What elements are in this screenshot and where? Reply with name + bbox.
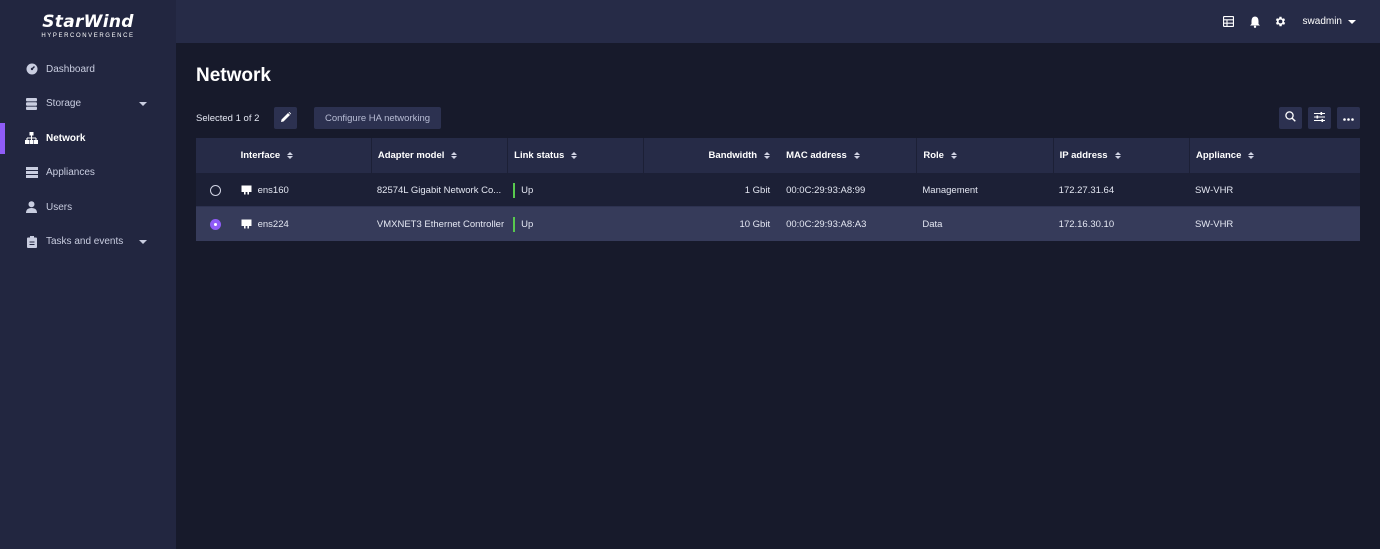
table-row[interactable]: ens160 82574L Gigabit Network Co... Up 1… xyxy=(196,173,1360,207)
sort-icon xyxy=(950,152,957,159)
column-header-mac-address[interactable]: MAC address xyxy=(780,138,916,173)
adapter-model-cell: VMXNET3 Ethernet Controller xyxy=(376,218,505,230)
mac-address-cell: 00:0C:29:93:A8:99 xyxy=(786,184,866,196)
role-cell: Management xyxy=(922,184,978,196)
sort-icon xyxy=(764,152,771,159)
row-select-cell xyxy=(196,207,235,241)
sliders-icon xyxy=(1314,111,1325,125)
role-cell: Data xyxy=(922,218,943,230)
sidebar-item-dashboard[interactable]: Dashboard xyxy=(0,52,176,87)
pencil-icon xyxy=(280,111,291,125)
sort-icon xyxy=(287,152,294,159)
table-icon[interactable] xyxy=(1221,14,1237,30)
storage-icon xyxy=(25,97,38,110)
more-icon xyxy=(1343,113,1354,124)
column-header-appliance[interactable]: Appliance xyxy=(1188,138,1360,173)
column-header-adapter-model[interactable]: Adapter model xyxy=(370,138,507,173)
sidebar-item-tasks-and-events[interactable]: Tasks and events xyxy=(0,225,176,260)
top-bar: swadmin xyxy=(176,0,1380,43)
user-icon xyxy=(25,201,38,214)
bandwidth-cell: 10 Gbit xyxy=(739,218,771,230)
sidebar-item-label: Dashboard xyxy=(46,63,95,75)
sidebar: StarWind HYPERCONVERGENCE Dashboard Stor… xyxy=(0,0,176,549)
sort-icon xyxy=(1114,152,1121,159)
edit-button[interactable] xyxy=(274,107,297,129)
network-icon xyxy=(25,132,38,145)
adapter-model-cell: 82574L Gigabit Network Co... xyxy=(376,184,502,196)
row-select-cell xyxy=(196,173,235,207)
toolbar: Selected 1 of 2 Configure HA networking xyxy=(196,107,1360,129)
appliance-cell: SW-VHR xyxy=(1194,184,1234,196)
starwind-logo[interactable]: StarWind HYPERCONVERGENCE xyxy=(0,0,176,48)
column-header-interface[interactable]: Interface xyxy=(235,138,371,173)
chevron-down-icon xyxy=(1348,19,1356,24)
main-content: Network Selected 1 of 2 Configure HA net… xyxy=(176,43,1380,549)
sort-icon xyxy=(451,152,458,159)
column-header-bandwidth[interactable]: Bandwidth xyxy=(643,138,780,173)
sort-icon xyxy=(571,152,578,159)
column-header-ip-address[interactable]: IP address xyxy=(1052,138,1189,173)
column-header-role[interactable]: Role xyxy=(916,138,1052,173)
top-bar-actions: swadmin xyxy=(1211,0,1356,43)
row-radio[interactable] xyxy=(209,184,221,196)
ip-address-cell: 172.27.31.64 xyxy=(1058,184,1115,196)
link-status-cell: Up xyxy=(507,207,643,241)
interface-cell: ens224 xyxy=(235,207,371,241)
logo-tagline: HYPERCONVERGENCE xyxy=(41,33,135,39)
sidebar-nav: Dashboard Storage Network Appliances Use… xyxy=(0,52,176,259)
user-menu[interactable]: swadmin xyxy=(1303,16,1356,27)
bandwidth-cell: 1 Gbit xyxy=(744,184,771,196)
sidebar-item-label: Network xyxy=(46,132,86,144)
table-header: Interface Adapter model Link status Band… xyxy=(196,138,1360,173)
status-indicator xyxy=(513,182,516,198)
selection-count: Selected 1 of 2 xyxy=(196,113,260,124)
sidebar-item-label: Appliances xyxy=(46,167,95,179)
select-column-header xyxy=(196,138,235,173)
search-icon xyxy=(1285,111,1296,125)
link-status-cell: Up xyxy=(507,173,643,207)
sidebar-item-label: Users xyxy=(46,201,73,213)
dashboard-icon xyxy=(25,63,38,76)
sidebar-item-label: Storage xyxy=(46,98,82,110)
mac-address-cell: 00:0C:29:93:A8:A3 xyxy=(786,218,867,230)
sidebar-item-network[interactable]: Network xyxy=(0,121,176,156)
appliances-icon xyxy=(25,166,38,179)
sidebar-item-appliances[interactable]: Appliances xyxy=(0,156,176,191)
sort-icon xyxy=(1248,152,1255,159)
gear-icon[interactable] xyxy=(1273,14,1289,30)
appliance-cell: SW-VHR xyxy=(1194,218,1234,230)
sidebar-item-users[interactable]: Users xyxy=(0,190,176,225)
sidebar-item-storage[interactable]: Storage xyxy=(0,87,176,122)
tasks-icon xyxy=(25,235,38,248)
column-header-link-status[interactable]: Link status xyxy=(507,138,643,173)
interface-icon xyxy=(241,219,252,229)
interface-cell: ens160 xyxy=(235,173,371,207)
configure-ha-networking-button[interactable]: Configure HA networking xyxy=(314,107,441,129)
network-table: Interface Adapter model Link status Band… xyxy=(196,138,1360,241)
chevron-down-icon xyxy=(139,239,147,244)
sort-icon xyxy=(853,152,860,159)
ip-address-cell: 172.16.30.10 xyxy=(1058,218,1115,230)
chevron-down-icon xyxy=(139,101,147,106)
status-indicator xyxy=(513,216,516,232)
sidebar-item-label: Tasks and events xyxy=(46,236,124,248)
more-button[interactable] xyxy=(1337,107,1360,129)
interface-icon xyxy=(241,185,252,195)
bell-icon[interactable] xyxy=(1247,14,1263,30)
row-radio[interactable] xyxy=(209,218,221,230)
search-button[interactable] xyxy=(1279,107,1302,129)
logo-name: StarWind xyxy=(42,12,134,32)
table-row[interactable]: ens224 VMXNET3 Ethernet Controller Up 10… xyxy=(196,207,1360,241)
column-settings-button[interactable] xyxy=(1308,107,1331,129)
page-title: Network xyxy=(196,65,271,86)
username: swadmin xyxy=(1302,16,1342,27)
